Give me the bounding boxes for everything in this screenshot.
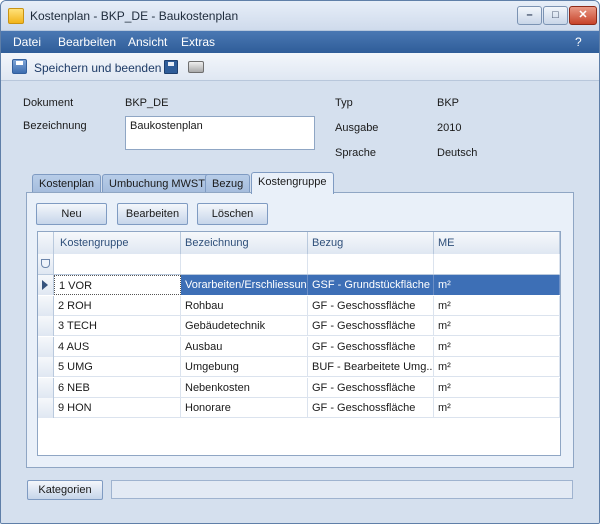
table-cell[interactable]: Honorare [181,398,308,418]
row-selector[interactable] [38,316,54,336]
application-window: Kostenplan - BKP_DE - Baukostenplan – □ … [0,0,600,524]
table-row[interactable]: 5 UMG Umgebung BUF - Bearbeitete Umg... m² [38,357,560,377]
table-cell[interactable]: 3 TECH [54,316,181,336]
filter-selector [38,254,54,274]
table-cell[interactable]: m² [434,295,560,316]
categories-button[interactable]: Kategorien [27,480,103,500]
table-cell[interactable]: Gebäudetechnik [181,316,308,336]
column-header-bezug[interactable]: Bezug [308,232,434,254]
table-row[interactable]: 1 VOR Vorarbeiten/Erschliessung GSF - Grun… [38,275,560,295]
dokument-label: Dokument [23,97,74,109]
filter-cell[interactable] [434,254,560,274]
delete-button[interactable]: Löschen [197,203,268,225]
table-cell[interactable]: 5 UMG [54,357,181,377]
row-selector[interactable] [38,275,54,295]
filter-cell[interactable] [308,254,434,274]
row-selector[interactable] [38,295,54,316]
sprache-value: Deutsch [437,147,478,159]
close-button[interactable]: ✕ [569,6,597,25]
document-form: Dokument BKP_DE Bezeichnung Baukostenpla… [1,82,599,523]
help-menu[interactable]: ? [575,35,582,49]
tab-umbuchung-mwst[interactable]: Umbuchung MWST [102,174,212,193]
table-cell[interactable]: GF - Geschossfläche [308,316,434,336]
table-cell[interactable]: BUF - Bearbeitete Umg... [308,357,434,377]
table-cell[interactable]: GSF - Grundstückfläche [308,275,434,295]
typ-label: Typ [335,97,353,109]
table-cell[interactable]: m² [434,275,560,295]
save-close-icon[interactable] [12,59,27,74]
ausgabe-value: 2010 [437,122,462,134]
row-selector[interactable] [38,398,54,418]
table-row[interactable]: 3 TECH Gebäudetechnik GF - Geschossfläche m… [38,316,560,336]
table-cell[interactable]: Nebenkosten [181,377,308,398]
row-selector-header [38,232,54,254]
table-cell[interactable]: GF - Geschossfläche [308,295,434,316]
categories-field[interactable] [111,480,573,499]
kostengruppe-table: Kostengruppe Bezeichnung Bezug ME 1 VOR V… [37,231,561,456]
current-row-arrow-icon [42,280,48,290]
filter-cell[interactable] [181,254,308,274]
table-row[interactable]: 9 HON Honorare GF - Geschossfläche m² [38,398,560,418]
new-button[interactable]: Neu [36,203,107,225]
filter-icon[interactable] [41,259,50,268]
table-cell[interactable]: 2 ROH [54,295,181,316]
dokument-value: BKP_DE [125,97,169,109]
table-cell[interactable]: 9 HON [54,398,181,418]
table-cell[interactable]: Rohbau [181,295,308,316]
table-cell[interactable]: 1 VOR [54,275,181,295]
filter-cell[interactable] [54,254,181,274]
table-cell[interactable]: 4 AUS [54,336,181,357]
table-cell[interactable]: GF - Geschossfläche [308,336,434,357]
table-cell[interactable]: m² [434,357,560,377]
row-selector[interactable] [38,336,54,357]
sprache-label: Sprache [335,147,376,159]
row-selector[interactable] [38,377,54,398]
menu-bar: Datei Bearbeiten Ansicht Extras ? [1,31,599,53]
tab-kostengruppe[interactable]: Kostengruppe [251,172,334,194]
column-header-bezeichnung[interactable]: Bezeichnung [181,232,308,254]
minimize-button[interactable]: – [517,6,542,25]
title-bar[interactable]: Kostenplan - BKP_DE - Baukostenplan – □ … [1,1,599,31]
table-cell[interactable]: GF - Geschossfläche [308,377,434,398]
table-cell[interactable]: m² [434,316,560,336]
typ-value: BKP [437,97,460,109]
app-icon [8,8,24,24]
menu-bearbeiten[interactable]: Bearbeiten [58,35,116,49]
ausgabe-label: Ausgabe [335,122,379,134]
bezeichnung-field[interactable]: Baukostenplan [125,116,315,150]
table-cell[interactable]: m² [434,377,560,398]
table-row[interactable]: 2 ROH Rohbau GF - Geschossfläche m² [38,295,560,316]
table-cell[interactable]: m² [434,398,560,418]
tab-bezug[interactable]: Bezug [205,174,251,193]
table-cell[interactable]: GF - Geschossfläche [308,398,434,418]
table-cell[interactable]: m² [434,336,560,357]
column-header-me[interactable]: ME [434,232,560,254]
table-row[interactable]: 4 AUS Ausbau GF - Geschossfläche m² [38,336,560,357]
table-cell[interactable]: Vorarbeiten/Erschliessung [181,275,308,295]
table-cell[interactable]: Umgebung [181,357,308,377]
print-icon[interactable] [188,61,204,73]
table-header: Kostengruppe Bezeichnung Bezug ME [38,232,560,254]
bezeichnung-label: Bezeichnung [23,120,87,132]
menu-extras[interactable]: Extras [181,35,215,49]
menu-datei[interactable]: Datei [13,35,41,49]
toolbar: Speichern und beenden [1,53,599,81]
menu-ansicht[interactable]: Ansicht [128,35,167,49]
table-cell[interactable]: Ausbau [181,336,308,357]
table-cell[interactable]: 6 NEB [54,377,181,398]
tab-kostenplan[interactable]: Kostenplan [32,174,102,193]
filter-row[interactable] [38,254,560,275]
edit-button[interactable]: Bearbeiten [117,203,188,225]
row-selector[interactable] [38,357,54,377]
save-icon[interactable] [164,60,178,74]
save-and-close-button[interactable]: Speichern und beenden [34,61,161,75]
table-row[interactable]: 6 NEB Nebenkosten GF - Geschossfläche m² [38,377,560,398]
maximize-button[interactable]: □ [543,6,568,25]
window-title: Kostenplan - BKP_DE - Baukostenplan [30,9,239,23]
column-header-kostengruppe[interactable]: Kostengruppe [54,232,181,254]
